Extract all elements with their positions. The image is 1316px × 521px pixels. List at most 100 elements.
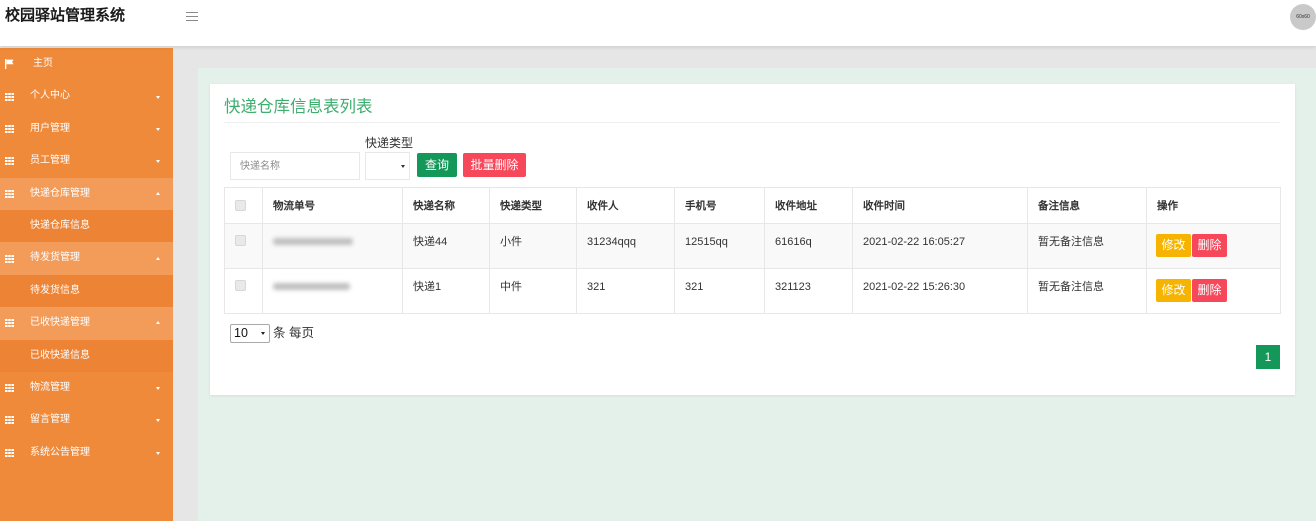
page-size-label: 条 每页	[273, 326, 314, 340]
express-type-label: 快递类型	[365, 136, 414, 150]
row-select-cell	[224, 268, 263, 314]
column-header: 收件时间	[852, 187, 1028, 224]
grid-icon	[5, 319, 14, 328]
sidebar-item-label: 待发货管理	[30, 252, 80, 264]
received-time-cell: 2021-02-22 16:05:27	[852, 223, 1028, 269]
express-name-cell: 快递44	[402, 223, 490, 269]
grid-icon	[5, 384, 14, 393]
page-size-select[interactable]: 10	[230, 324, 270, 343]
page-button-1[interactable]: 1	[1256, 345, 1280, 369]
edit-button[interactable]: 修改	[1156, 234, 1191, 257]
express-type-cell: 中件	[489, 268, 577, 314]
sidebar-subitem-label: 快递仓库信息	[30, 219, 90, 231]
batch-delete-button[interactable]: 批量删除	[463, 153, 526, 177]
recipient-cell: 31234qqq	[576, 223, 675, 269]
sidebar-item-label: 个人中心	[30, 90, 70, 102]
delete-button[interactable]: 删除	[1192, 279, 1227, 302]
chevron-down-icon	[156, 387, 160, 391]
express-table: 物流单号 快递名称 快递类型 收件人 手机号 收件地址 收件时间 备注信息 操作…	[224, 187, 1281, 314]
grid-icon	[5, 92, 14, 101]
express-name-search-input[interactable]	[230, 152, 360, 180]
received-time-cell: 2021-02-22 15:26:30	[852, 268, 1028, 314]
sidebar-item-label: 物流管理	[30, 381, 70, 393]
table-row: 快递44 小件 31234qqq 12515qq 61616q 2021-02-…	[224, 223, 1281, 269]
column-header: 快递名称	[402, 187, 490, 224]
chevron-up-icon	[156, 191, 160, 195]
remark-cell: 暂无备注信息	[1027, 268, 1147, 314]
title-divider	[224, 122, 1280, 123]
chevron-down-icon	[156, 127, 160, 131]
sidebar-item-home[interactable]: 主页	[0, 48, 173, 80]
column-header: 物流单号	[262, 187, 403, 224]
tracking-number-cell	[262, 223, 403, 269]
express-type-cell: 小件	[489, 223, 577, 269]
actions-cell: 修改 删除	[1146, 223, 1281, 269]
chevron-down-icon	[156, 95, 160, 99]
avatar[interactable]: 60x60	[1290, 4, 1316, 30]
sidebar-item-logistics[interactable]: 物流管理	[0, 372, 173, 404]
page-title: 快递仓库信息表列表	[224, 98, 373, 116]
sidebar-subitem-received-info[interactable]: 已收快递信息	[0, 339, 173, 372]
grid-icon	[5, 157, 14, 166]
chevron-down-icon	[401, 165, 405, 168]
grid-icon	[5, 189, 14, 198]
row-checkbox[interactable]	[235, 280, 246, 291]
flag-icon	[5, 59, 14, 70]
sidebar-item-pending-shipment[interactable]: 待发货管理	[0, 242, 173, 275]
address-cell: 61616q	[764, 223, 853, 269]
sidebar-item-label: 员工管理	[30, 155, 70, 167]
hamburger-icon[interactable]	[186, 12, 198, 22]
sidebar-item-label: 快递仓库管理	[30, 187, 90, 199]
sidebar-item-label: 主页	[33, 58, 53, 69]
chevron-up-icon	[156, 321, 160, 325]
column-header: 收件人	[576, 187, 675, 224]
column-header: 快递类型	[489, 187, 577, 224]
remark-cell: 暂无备注信息	[1027, 223, 1147, 269]
column-header: 收件地址	[764, 187, 853, 224]
table-header-row: 物流单号 快递名称 快递类型 收件人 手机号 收件地址 收件时间 备注信息 操作	[224, 187, 1281, 224]
tracking-number-cell	[262, 268, 403, 314]
sidebar: 主页 个人中心 用户管理 员工管理 快递仓库管理 快递仓库信息 待发货管理 待发…	[0, 48, 173, 521]
sidebar-subitem-label: 待发货信息	[30, 284, 80, 296]
sidebar-subitem-pending-shipment-info[interactable]: 待发货信息	[0, 274, 173, 308]
top-header: 校园驿站管理系统 60x60	[0, 0, 1316, 46]
sidebar-item-staff[interactable]: 员工管理	[0, 145, 173, 177]
column-header: 手机号	[674, 187, 765, 224]
sidebar-item-users[interactable]: 用户管理	[0, 113, 173, 145]
query-button[interactable]: 查询	[417, 153, 457, 177]
row-checkbox[interactable]	[235, 235, 246, 246]
chevron-down-icon	[156, 451, 160, 455]
edit-button[interactable]: 修改	[1156, 279, 1191, 302]
sidebar-item-label: 留言管理	[30, 414, 70, 426]
grid-icon	[5, 124, 14, 133]
sidebar-item-received[interactable]: 已收快递管理	[0, 307, 173, 340]
address-cell: 321123	[764, 268, 853, 314]
column-header: 操作	[1146, 187, 1281, 224]
sidebar-item-messages[interactable]: 留言管理	[0, 404, 173, 436]
actions-cell: 修改 删除	[1146, 268, 1281, 314]
sidebar-item-profile[interactable]: 个人中心	[0, 80, 173, 112]
app-title: 校园驿站管理系统	[5, 7, 126, 24]
sidebar-subitem-warehouse-info[interactable]: 快递仓库信息	[0, 209, 173, 243]
phone-cell: 321	[674, 268, 765, 314]
grid-icon	[5, 448, 14, 457]
sidebar-item-warehouse[interactable]: 快递仓库管理	[0, 177, 173, 210]
avatar-text: 60x60	[1296, 14, 1310, 20]
grid-icon	[5, 416, 14, 425]
tracking-number-blurred	[273, 283, 350, 290]
chevron-down-icon	[261, 332, 265, 335]
express-type-select[interactable]	[365, 152, 410, 180]
select-all-checkbox[interactable]	[235, 199, 246, 211]
sidebar-item-label: 系统公告管理	[30, 446, 90, 458]
chevron-up-icon	[156, 256, 160, 260]
sidebar-item-label: 已收快递管理	[30, 317, 90, 329]
sidebar-item-announcements[interactable]: 系统公告管理	[0, 437, 173, 469]
phone-cell: 12515qq	[674, 223, 765, 269]
grid-icon	[5, 254, 14, 263]
row-select-cell	[224, 223, 263, 269]
delete-button[interactable]: 删除	[1192, 234, 1227, 257]
recipient-cell: 321	[576, 268, 675, 314]
page-size-value: 10	[234, 326, 248, 340]
header-select-all	[224, 187, 263, 224]
table-row: 快递1 中件 321 321 321123 2021-02-22 15:26:3…	[224, 268, 1281, 314]
